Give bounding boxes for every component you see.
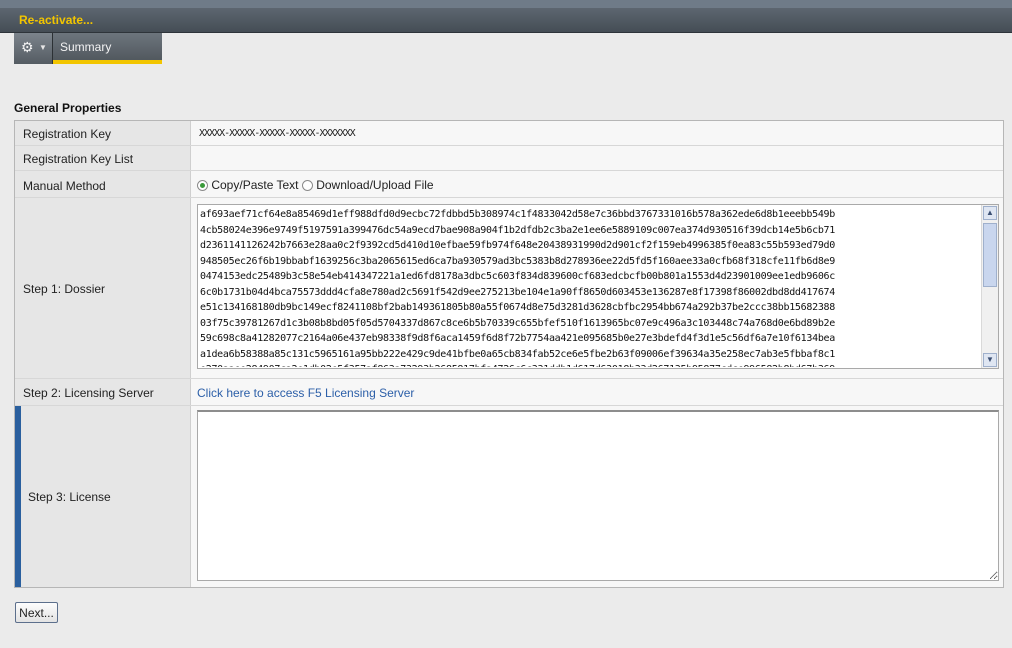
title-bar: Re-activate...: [0, 8, 1012, 33]
licensing-server-value-cell: Click here to access F5 Licensing Server: [191, 379, 1003, 405]
licensing-server-label-cell: Step 2: Licensing Server: [15, 379, 191, 405]
tab-bar: ⚙ ▼ Summary: [14, 33, 162, 64]
required-row-marker: [15, 406, 21, 587]
license-textarea[interactable]: [197, 410, 999, 581]
radio-copy-paste-label[interactable]: Copy/Paste Text: [211, 178, 298, 192]
scroll-up-icon[interactable]: ▲: [983, 206, 997, 220]
registration-key-list-label: Registration Key List: [23, 152, 134, 166]
license-value-cell: [191, 406, 1003, 587]
manual-method-label-cell: Manual Method: [15, 171, 191, 197]
registration-key-value-cell: XXXXX-XXXXX-XXXXX-XXXXX-XXXXXXX: [191, 121, 1003, 145]
manual-method-label: Manual Method: [23, 179, 106, 193]
gear-icon: ⚙: [21, 39, 34, 55]
page-title: Re-activate...: [19, 13, 94, 27]
scrollbar-thumb[interactable]: [983, 223, 997, 287]
row-manual-method: Manual Method Copy/Paste Text Download/U…: [15, 171, 1003, 198]
radio-copy-paste[interactable]: [197, 180, 208, 191]
tab-summary[interactable]: Summary: [53, 33, 162, 64]
dossier-textarea[interactable]: af693aef71cf64e8a85469d1eff988dfd0d9ecbc…: [197, 204, 999, 369]
licensing-server-link[interactable]: Click here to access F5 Licensing Server: [197, 386, 414, 400]
row-registration-key: Registration Key XXXXX-XXXXX-XXXXX-XXXXX…: [15, 121, 1003, 146]
active-tab-indicator: [53, 60, 162, 64]
license-label-cell: Step 3: License: [15, 406, 191, 587]
radio-download-upload[interactable]: [301, 180, 313, 191]
gear-menu-button[interactable]: ⚙ ▼: [14, 33, 53, 64]
radio-download-upload-label[interactable]: Download/Upload File: [316, 178, 433, 192]
dossier-scrollbar[interactable]: ▲ ▼: [981, 205, 998, 368]
registration-key-list-value: [191, 146, 1003, 170]
registration-key-value: XXXXX-XXXXX-XXXXX-XXXXX-XXXXXXX: [199, 128, 356, 139]
dossier-text: af693aef71cf64e8a85469d1eff988dfd0d9ecbc…: [200, 209, 835, 367]
tab-summary-label: Summary: [60, 40, 112, 54]
manual-method-value-cell: Copy/Paste Text Download/Upload File: [191, 171, 1003, 197]
chevron-down-icon: ▼: [39, 43, 47, 52]
section-title: General Properties: [14, 101, 122, 115]
dossier-label: Step 1: Dossier: [23, 282, 106, 296]
scroll-down-icon[interactable]: ▼: [983, 353, 997, 367]
registration-key-label-cell: Registration Key: [15, 121, 191, 145]
registration-key-list-label-cell: Registration Key List: [15, 146, 191, 170]
row-license: Step 3: License: [15, 406, 1003, 587]
top-strip: [0, 0, 1012, 8]
row-dossier: Step 1: Dossier af693aef71cf64e8a85469d1…: [15, 198, 1003, 379]
license-label: Step 3: License: [28, 490, 111, 504]
row-registration-key-list: Registration Key List: [15, 146, 1003, 171]
next-button[interactable]: Next...: [15, 602, 58, 623]
properties-table: Registration Key XXXXX-XXXXX-XXXXX-XXXXX…: [14, 120, 1004, 588]
dossier-value-cell: af693aef71cf64e8a85469d1eff988dfd0d9ecbc…: [191, 198, 1003, 378]
licensing-server-label: Step 2: Licensing Server: [23, 386, 154, 400]
manual-method-radio-group: Copy/Paste Text Download/Upload File: [197, 178, 434, 192]
dossier-label-cell: Step 1: Dossier: [15, 198, 191, 378]
registration-key-label: Registration Key: [23, 127, 112, 141]
row-licensing-server: Step 2: Licensing Server Click here to a…: [15, 379, 1003, 406]
